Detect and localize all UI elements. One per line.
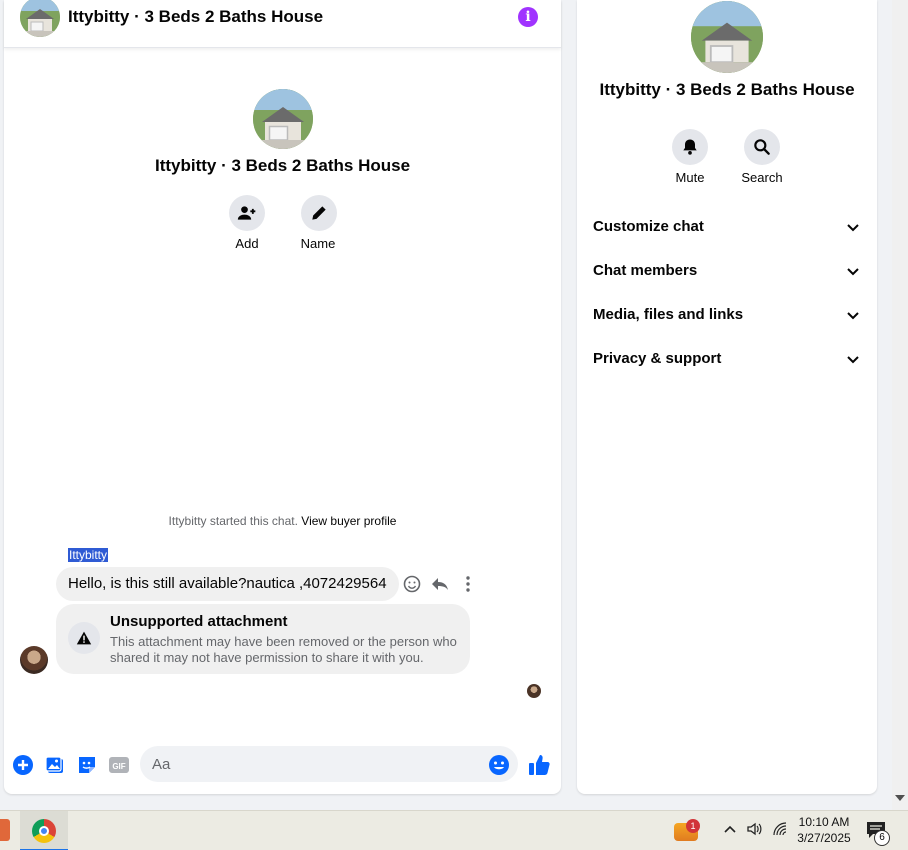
add-label: Add xyxy=(235,236,259,251)
page-scrollbar[interactable] xyxy=(892,0,908,810)
taskbar: 1 10:10 AM 3/27/2025 6 xyxy=(0,810,908,850)
clock-time: 10:10 AM xyxy=(798,815,850,829)
gif-label: GIF xyxy=(112,762,125,771)
network-icon[interactable] xyxy=(772,821,788,840)
scroll-down-arrow-icon[interactable] xyxy=(895,795,905,801)
chat-details-panel: Ittybitty · 3 Beds 2 Baths House Mute Se… xyxy=(577,0,877,794)
chat-header: Ittybitty · 3 Beds 2 Baths House i xyxy=(4,0,561,48)
seen-indicator-avatar xyxy=(527,684,541,698)
message-input[interactable] xyxy=(140,746,518,782)
chat-title[interactable]: Ittybitty · 3 Beds 2 Baths House xyxy=(68,7,323,27)
photo-icon[interactable] xyxy=(44,754,66,776)
attachment-description: This attachment may have been removed or… xyxy=(110,634,457,665)
sender-name: Ittybitty xyxy=(68,548,109,562)
like-icon[interactable] xyxy=(528,754,550,776)
sticker-icon[interactable] xyxy=(76,754,98,776)
search-label: Search xyxy=(741,170,783,185)
taskbar-chrome-button[interactable] xyxy=(20,811,68,850)
section-privacy-support[interactable]: Privacy & support xyxy=(593,350,861,374)
view-buyer-profile-link[interactable]: View buyer profile xyxy=(301,514,396,528)
taskbar-clock[interactable]: 10:10 AM 3/27/2025 xyxy=(794,814,854,846)
started-text: Ittybitty started this chat. xyxy=(168,514,298,528)
warning-icon xyxy=(68,622,100,654)
section-media-files-links[interactable]: Media, files and links xyxy=(593,306,861,330)
chevron-up-icon[interactable] xyxy=(722,821,738,840)
name-label: Name xyxy=(300,236,336,251)
clock-date: 3/27/2025 xyxy=(797,831,851,845)
section-chat-members[interactable]: Chat members xyxy=(593,262,861,286)
volume-icon[interactable] xyxy=(746,821,764,840)
taskbar-app-icon[interactable] xyxy=(0,819,10,841)
chevron-down-icon xyxy=(847,268,859,276)
chevron-down-icon xyxy=(847,312,859,320)
message-bubble[interactable]: Hello, is this still available?nautica ,… xyxy=(56,567,399,601)
chat-avatar[interactable] xyxy=(20,0,60,37)
attachment-bubble[interactable]: Unsupported attachment This attachment m… xyxy=(56,604,470,674)
more-icon[interactable] xyxy=(458,574,478,594)
mute-button[interactable] xyxy=(672,129,708,165)
intro-title: Ittybitty · 3 Beds 2 Baths House xyxy=(154,156,411,175)
add-person-icon xyxy=(237,206,256,220)
react-icon[interactable] xyxy=(402,574,422,594)
chat-panel: Ittybitty · 3 Beds 2 Baths House i Ittyb… xyxy=(4,0,561,794)
section-label: Media, files and links xyxy=(593,306,744,323)
reply-icon[interactable] xyxy=(430,574,450,594)
add-person-button[interactable] xyxy=(229,195,265,231)
name-button[interactable] xyxy=(301,195,337,231)
notification-count: 6 xyxy=(874,830,890,846)
chat-started-notice: Ittybitty started this chat. View buyer … xyxy=(4,514,561,528)
gif-icon[interactable]: GIF xyxy=(108,754,130,776)
details-avatar xyxy=(691,1,763,73)
pencil-icon xyxy=(312,206,326,220)
bell-icon xyxy=(683,139,697,155)
details-title: Ittybitty · 3 Beds 2 Baths House xyxy=(599,80,855,99)
info-icon[interactable]: i xyxy=(518,7,538,27)
mute-label: Mute xyxy=(675,170,705,185)
emoji-icon[interactable] xyxy=(488,754,510,776)
chevron-down-icon xyxy=(847,224,859,232)
search-button[interactable] xyxy=(744,129,780,165)
chrome-icon xyxy=(32,819,56,843)
attachment-title: Unsupported attachment xyxy=(110,613,288,630)
search-icon xyxy=(754,139,770,155)
sender-avatar[interactable] xyxy=(20,646,48,674)
weather-badge: 1 xyxy=(686,819,700,833)
section-label: Privacy & support xyxy=(593,350,722,367)
chevron-down-icon xyxy=(847,356,859,364)
plus-icon[interactable] xyxy=(12,754,34,776)
section-label: Customize chat xyxy=(593,218,704,235)
intro-avatar xyxy=(253,89,313,149)
section-customize-chat[interactable]: Customize chat xyxy=(593,218,861,242)
section-label: Chat members xyxy=(593,262,698,279)
